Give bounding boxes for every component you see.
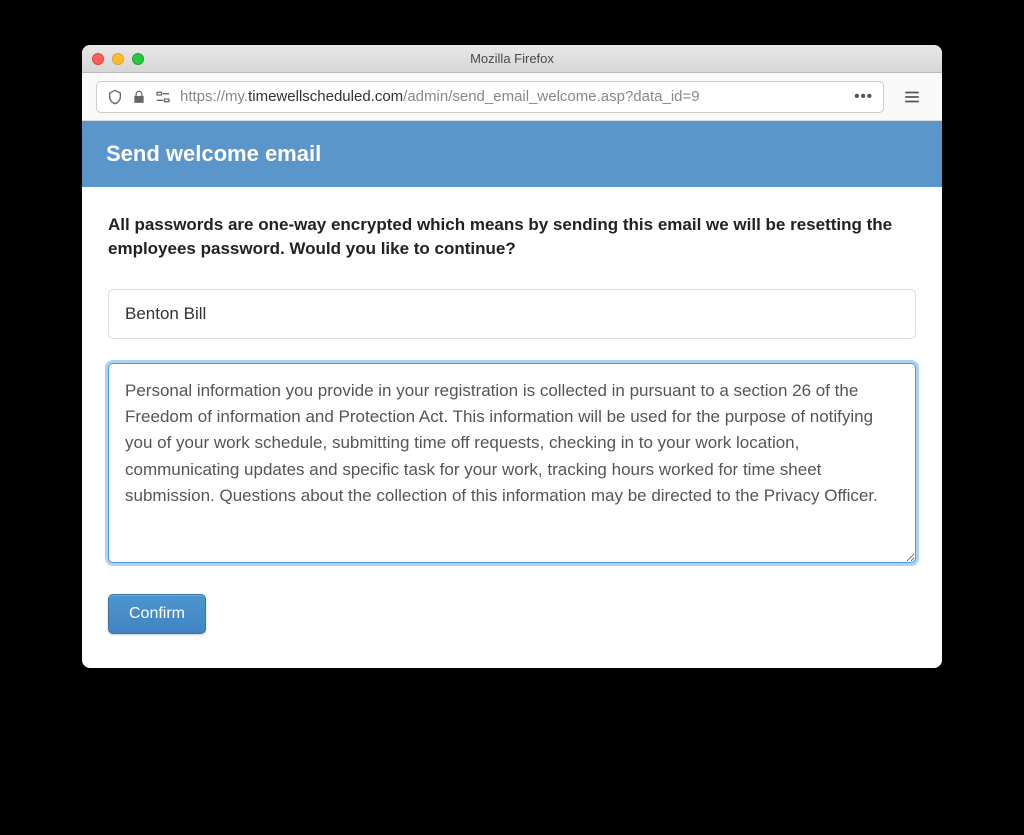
window-titlebar: Mozilla Firefox — [82, 45, 942, 73]
url-text: https://my.timewellscheduled.com/admin/s… — [180, 88, 841, 105]
traffic-lights — [92, 53, 144, 65]
employee-name-box: Benton Bill — [108, 289, 916, 339]
url-subdomain: my. — [225, 88, 248, 105]
url-overflow-icon[interactable]: ••• — [854, 88, 873, 105]
confirm-button[interactable]: Confirm — [108, 594, 206, 634]
browser-toolbar: https://my.timewellscheduled.com/admin/s… — [82, 73, 942, 121]
address-bar[interactable]: https://my.timewellscheduled.com/admin/s… — [96, 81, 884, 113]
shield-icon — [107, 89, 123, 105]
email-message-textarea[interactable] — [108, 363, 916, 563]
browser-window: Mozilla Firefox https://my.timewellsched… — [82, 45, 942, 668]
warning-text: All passwords are one-way encrypted whic… — [108, 213, 916, 261]
page-body: All passwords are one-way encrypted whic… — [82, 187, 942, 668]
maximize-window-button[interactable] — [132, 53, 144, 65]
url-path: /admin/send_email_welcome.asp?data_id=9 — [403, 88, 699, 105]
close-window-button[interactable] — [92, 53, 104, 65]
url-protocol: https:// — [180, 88, 225, 105]
url-domain: timewellscheduled.com — [248, 88, 403, 105]
hamburger-menu-button[interactable] — [896, 81, 928, 113]
window-title: Mozilla Firefox — [470, 51, 554, 66]
lock-icon — [132, 90, 146, 104]
minimize-window-button[interactable] — [112, 53, 124, 65]
permissions-icon — [155, 89, 171, 105]
page-title: Send welcome email — [82, 121, 942, 187]
